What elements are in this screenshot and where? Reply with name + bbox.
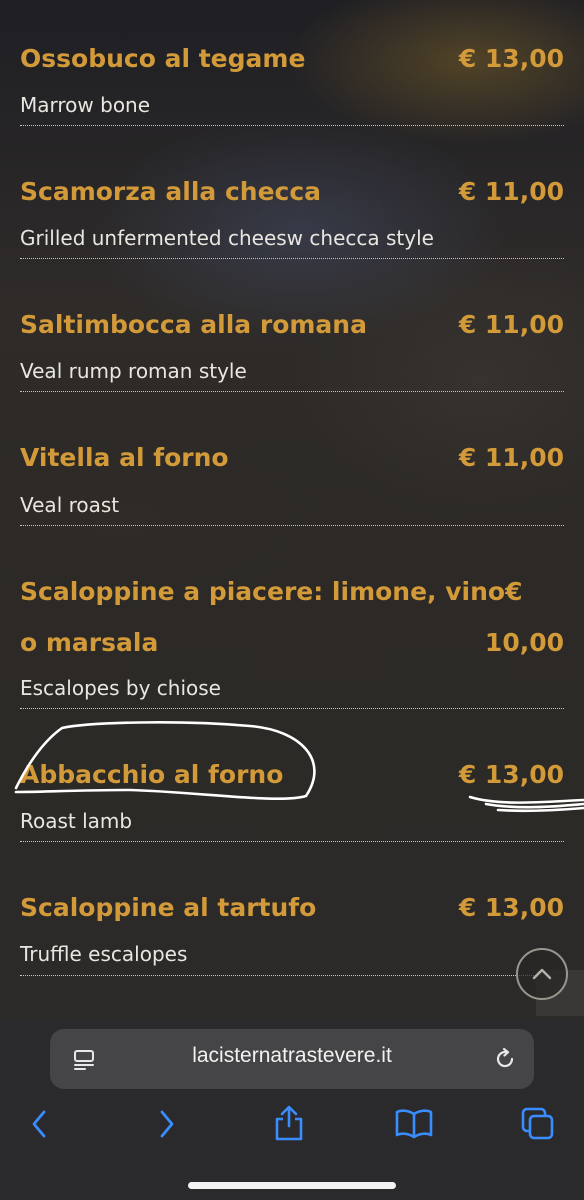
dish-price: € 13,00 (458, 44, 564, 73)
dish-price: € 11,00 (458, 177, 564, 206)
tabs-icon[interactable] (520, 1106, 556, 1142)
forward-icon[interactable] (154, 1108, 178, 1140)
dish-name: Scamorza alla checca (20, 177, 322, 206)
dish-price: € (505, 577, 523, 606)
dish-price: 10,00 (484, 628, 564, 657)
dish-name: Ossobuco al tegame (20, 44, 306, 73)
dish-name: Scaloppine al tartufo (20, 893, 317, 922)
bookmarks-icon[interactable] (394, 1108, 434, 1140)
back-icon[interactable] (28, 1108, 52, 1140)
dish-description: Marrow bone (20, 93, 151, 117)
dish-name: Saltimbocca alla romana (20, 310, 367, 339)
reload-icon[interactable] (492, 1046, 518, 1072)
menu-item: Vitella al forno € 11,00 Veal roast (20, 392, 564, 526)
dish-price: € 11,00 (458, 443, 564, 472)
dish-description: Grilled unfermented cheesw checca style (20, 226, 434, 250)
chevron-up-icon (532, 968, 552, 980)
highlight-scribble (14, 721, 584, 813)
dish-name: Scaloppine a piacere: limone, vino (20, 577, 506, 606)
dish-name: o marsala (20, 628, 159, 657)
dish-description: Veal roast (20, 493, 120, 517)
dish-price: € 11,00 (458, 310, 564, 339)
menu-item: Saltimbocca alla romana € 11,00 Veal rum… (20, 259, 564, 392)
dish-price: € 13,00 (458, 893, 564, 922)
menu-item: Scaloppine al tartufo € 13,00 Truffle es… (20, 842, 564, 976)
menu-item: Scamorza alla checca € 11,00 Grilled unf… (20, 126, 564, 259)
dish-description: Veal rump roman style (20, 359, 247, 383)
dish-name: Vitella al forno (20, 443, 229, 472)
dish-description: Escalopes by chiose (20, 676, 221, 700)
home-indicator (188, 1182, 396, 1189)
menu-item: Scaloppine a piacere: limone, vino € o m… (20, 526, 564, 709)
scroll-to-top-button[interactable] (516, 948, 568, 1000)
menu-item: Ossobuco al tegame € 13,00 Marrow bone (20, 0, 564, 126)
dish-description: Truffle escalopes (20, 942, 188, 966)
share-icon[interactable] (272, 1104, 306, 1142)
